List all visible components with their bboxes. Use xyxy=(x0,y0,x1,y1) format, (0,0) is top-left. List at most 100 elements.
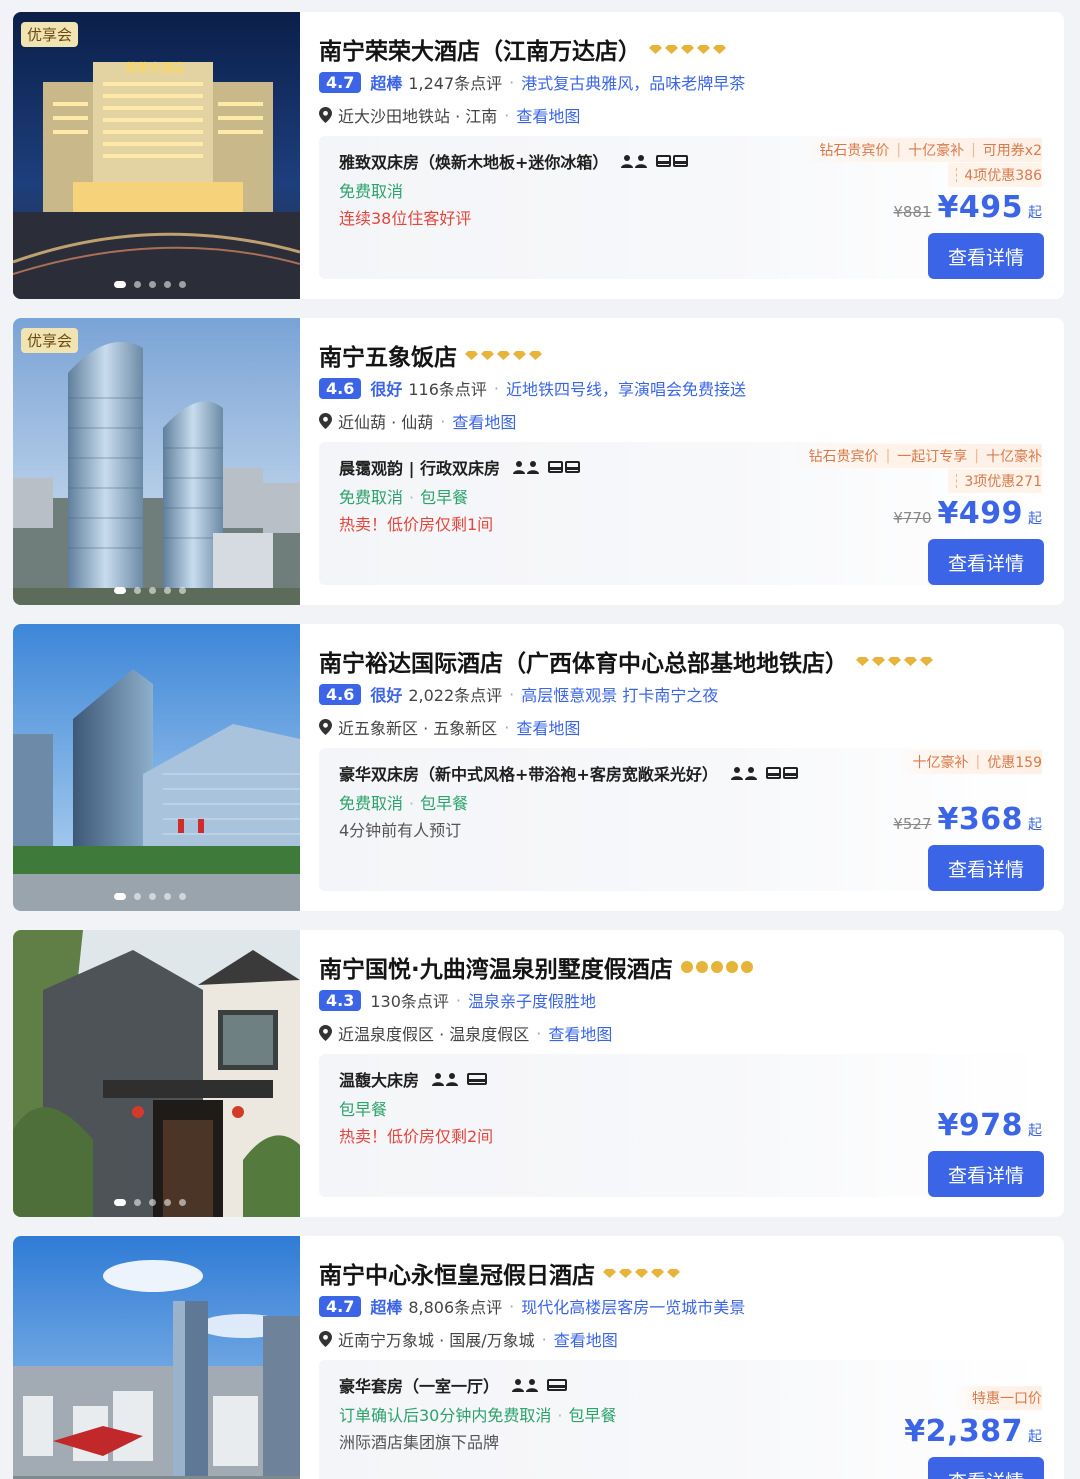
promo-divider: | xyxy=(971,142,976,158)
carousel-dot[interactable] xyxy=(164,893,171,900)
rating-row[interactable]: 4.3 130条点评 · 温泉亲子度假胜地 xyxy=(319,988,596,1012)
view-map-link[interactable]: 查看地图 xyxy=(516,103,580,127)
hotel-card[interactable]: 南宁裕达国际酒店（广西体育中心总部基地地铁店） 4.6 很好 2,022条点评 … xyxy=(13,624,1064,911)
dot-star-icon xyxy=(710,961,723,973)
perk-breakfast: 包早餐 xyxy=(420,794,469,813)
carousel-dots[interactable] xyxy=(114,587,186,594)
diamond-icon xyxy=(920,656,933,666)
diamond-icon xyxy=(481,350,494,360)
view-map-link[interactable]: 查看地图 xyxy=(554,1327,618,1351)
carousel-dot[interactable] xyxy=(134,587,141,594)
location-text: 近仙葫 · 仙葫 xyxy=(338,413,434,432)
promo-tag: 十亿豪补 xyxy=(912,755,969,771)
carousel-dots[interactable] xyxy=(114,893,186,900)
promo-summary[interactable]: 3项优惠271 xyxy=(948,469,1042,493)
view-details-button[interactable]: 查看详情 xyxy=(928,1457,1044,1479)
perks-line: 订单确认后30分钟内免费取消 · 包早餐 xyxy=(339,1402,616,1426)
hotel-photo[interactable]: 荣荣大酒店 优享会 xyxy=(13,12,300,299)
location-text: 近温泉度假区 · 温泉度假区 xyxy=(338,1025,530,1044)
location-row: 近仙葫 · 仙葫 · 查看地图 xyxy=(319,409,516,433)
carousel-dot[interactable] xyxy=(164,587,171,594)
separator-dot: · xyxy=(557,1406,563,1425)
view-map-link[interactable]: 查看地图 xyxy=(452,409,516,433)
room-note: 热卖！低价房仅剩1间 xyxy=(339,515,494,534)
room-name: 雅致双床房（焕新木地板+迷你冰箱） xyxy=(339,153,609,172)
rating-row[interactable]: 4.7 超棒 8,806条点评 · 现代化高楼层客房一览城市美景 xyxy=(319,1294,745,1318)
carousel-dot[interactable] xyxy=(114,587,126,594)
star-rating xyxy=(680,961,753,973)
price-suffix: 起 xyxy=(1028,1123,1042,1139)
diamond-icon xyxy=(513,350,526,360)
hotel-card[interactable]: 南宁国悦·九曲湾温泉别墅度假酒店 4.3 130条点评 · 温泉亲子度假胜地 近… xyxy=(13,930,1064,1217)
carousel-dot[interactable] xyxy=(179,893,186,900)
carousel-dot[interactable] xyxy=(164,281,171,288)
view-details-button[interactable]: 查看详情 xyxy=(928,233,1044,279)
carousel-dot[interactable] xyxy=(134,893,141,900)
carousel-dot[interactable] xyxy=(114,893,126,900)
carousel-dot[interactable] xyxy=(179,587,186,594)
promo-divider: | xyxy=(975,754,981,770)
view-details-button[interactable]: 查看详情 xyxy=(928,1151,1044,1197)
rating-row[interactable]: 4.7 超棒 1,247条点评 · 港式复古典雅风，品味老牌早茶 xyxy=(319,70,745,94)
carousel-dot[interactable] xyxy=(179,1199,186,1206)
separator-dot: · xyxy=(504,105,510,125)
carousel-dot[interactable] xyxy=(134,1199,141,1206)
hotel-info: 南宁中心永恒皇冠假日酒店 4.7 超棒 8,806条点评 · 现代化高楼层客房一… xyxy=(319,1236,1064,1479)
separator-dot: · xyxy=(504,717,510,737)
separator-dot: · xyxy=(455,990,461,1010)
diamond-icon xyxy=(681,44,694,54)
price-row: ¥881 ¥495 起 xyxy=(893,190,1042,225)
star-rating xyxy=(856,656,933,666)
promo-tags: 十亿豪补 | 优惠159 xyxy=(896,750,1042,774)
hotel-photo[interactable] xyxy=(13,1236,300,1479)
view-details-button[interactable]: 查看详情 xyxy=(928,539,1044,585)
promo-tags: 钻石贵宾价 | 一起订专享 | 十亿豪补 xyxy=(792,444,1042,468)
diamond-icon xyxy=(651,1268,664,1278)
hotel-tagline: 近地铁四号线，享演唱会免费接送 xyxy=(506,380,747,399)
view-details-button[interactable]: 查看详情 xyxy=(928,845,1044,891)
carousel-dot[interactable] xyxy=(114,281,126,288)
hotel-name[interactable]: 南宁国悦·九曲湾温泉别墅度假酒店 xyxy=(319,950,673,984)
hotel-name[interactable]: 南宁五象饭店 xyxy=(319,338,457,372)
carousel-dot[interactable] xyxy=(134,281,141,288)
promo-summary[interactable]: 4项优惠386 xyxy=(948,163,1042,187)
carousel-dots[interactable] xyxy=(114,1199,186,1206)
separator-dot: · xyxy=(509,684,515,704)
review-count: 8,806条点评 xyxy=(408,1298,503,1317)
hotel-photo[interactable] xyxy=(13,930,300,1217)
location-row: 近温泉度假区 · 温泉度假区 · 查看地图 xyxy=(319,1021,612,1045)
hotel-photo[interactable]: 优享会 xyxy=(13,318,300,605)
rating-row[interactable]: 4.6 很好 2,022条点评 · 高层惬意观景 打卡南宁之夜 xyxy=(319,682,718,706)
current-price: ¥978 xyxy=(937,1108,1023,1143)
hotel-card[interactable]: 优享会 南宁五象饭店 4.6 很好 116条点评 · 近地铁四号线，享演唱会免费… xyxy=(13,318,1064,605)
carousel-dot[interactable] xyxy=(149,281,156,288)
promo-tag: 特惠一口价 xyxy=(972,1391,1042,1407)
carousel-dot[interactable] xyxy=(149,587,156,594)
hotel-card[interactable]: 荣荣大酒店 优享会 南宁荣荣大酒店（江南万达店） 4.7 超棒 1,247条点评… xyxy=(13,12,1064,299)
price-row: ¥770 ¥499 起 xyxy=(893,496,1042,531)
price-suffix: 起 xyxy=(1028,817,1042,833)
hotel-card[interactable]: 南宁中心永恒皇冠假日酒店 4.7 超棒 8,806条点评 · 现代化高楼层客房一… xyxy=(13,1236,1064,1479)
location-text: 近大沙田地铁站 · 江南 xyxy=(338,107,498,126)
carousel-dot[interactable] xyxy=(179,281,186,288)
perks-line: 免费取消 · 包早餐 xyxy=(339,790,468,814)
hotel-name[interactable]: 南宁裕达国际酒店（广西体育中心总部基地地铁店） xyxy=(319,644,848,678)
carousel-dot[interactable] xyxy=(149,893,156,900)
view-map-link[interactable]: 查看地图 xyxy=(548,1021,612,1045)
carousel-dots[interactable] xyxy=(114,281,186,288)
room-note: 连续38位住客好评 xyxy=(339,209,472,228)
star-rating xyxy=(465,350,542,360)
carousel-dot[interactable] xyxy=(164,1199,171,1206)
room-name: 温馥大床房 xyxy=(339,1071,420,1090)
vip-badge: 优享会 xyxy=(21,328,79,353)
carousel-dot[interactable] xyxy=(149,1199,156,1206)
view-map-link[interactable]: 查看地图 xyxy=(516,715,580,739)
hotel-list: 荣荣大酒店 优享会 南宁荣荣大酒店（江南万达店） 4.7 超棒 1,247条点评… xyxy=(0,0,1080,1479)
rating-row[interactable]: 4.6 很好 116条点评 · 近地铁四号线，享演唱会免费接送 xyxy=(319,376,746,400)
hotel-name[interactable]: 南宁中心永恒皇冠假日酒店 xyxy=(319,1256,595,1290)
carousel-dot[interactable] xyxy=(114,1199,126,1206)
hotel-photo[interactable] xyxy=(13,624,300,911)
hotel-name[interactable]: 南宁荣荣大酒店（江南万达店） xyxy=(319,32,641,66)
perks-line: 免费取消 xyxy=(339,178,403,202)
hotel-tagline: 高层惬意观景 打卡南宁之夜 xyxy=(521,686,719,705)
